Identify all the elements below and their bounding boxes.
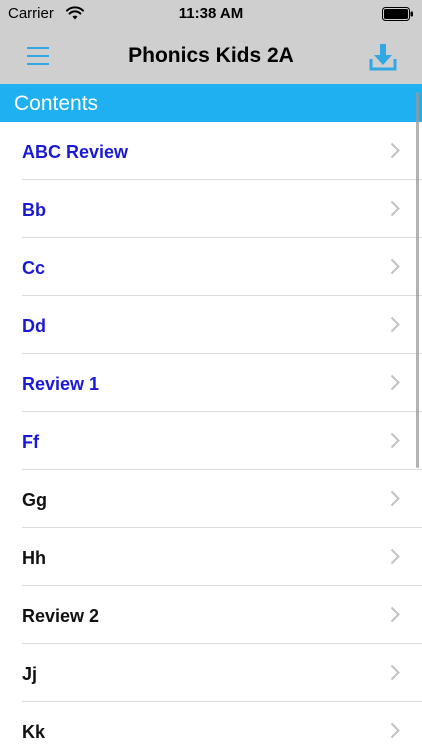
section-title: Contents <box>14 92 99 115</box>
chevron-right-icon <box>390 606 400 623</box>
list-item[interactable]: Kk <box>22 702 422 750</box>
chevron-right-icon <box>390 200 400 217</box>
scroll-indicator[interactable] <box>416 92 419 468</box>
status-bar: Carrier 11:38 AM <box>0 0 422 28</box>
chevron-right-icon <box>390 258 400 275</box>
list-item-label: Hh <box>22 548 46 568</box>
chevron-right-icon <box>390 316 400 333</box>
list-item[interactable]: Bb <box>22 180 422 238</box>
list-item[interactable]: Dd <box>22 296 422 354</box>
list-item[interactable]: ABC Review <box>22 122 422 180</box>
chevron-right-icon <box>390 664 400 681</box>
page-title: Phonics Kids 2A <box>128 44 294 67</box>
status-time: 11:38 AM <box>178 5 244 22</box>
battery-icon <box>382 7 413 21</box>
list-item[interactable]: Cc <box>22 238 422 296</box>
contents-list[interactable]: ABC Review Bb Cc Dd Review 1 Ff Gg Hh Review 2 Jj… <box>0 122 422 750</box>
list-item[interactable]: Review 1 <box>22 354 422 412</box>
list-item-label: Gg <box>22 490 47 510</box>
list-item-label: Cc <box>22 258 46 278</box>
list-item[interactable]: Hh <box>22 528 422 586</box>
list-item[interactable]: Ff <box>22 412 422 470</box>
chevron-right-icon <box>390 490 400 507</box>
chevron-right-icon <box>390 548 400 565</box>
chevron-right-icon <box>390 432 400 449</box>
list-item-label: Review 1 <box>22 374 100 394</box>
list-item-label: ABC Review <box>22 142 129 162</box>
list-item[interactable]: Review 2 <box>22 586 422 644</box>
section-header: Contents <box>0 84 422 122</box>
list-item[interactable]: Jj <box>22 644 422 702</box>
chevron-right-icon <box>390 374 400 391</box>
chevron-right-icon <box>390 722 400 739</box>
list-item-label: Jj <box>22 664 38 684</box>
chevron-right-icon <box>390 142 400 159</box>
list-item-label: Bb <box>22 200 46 220</box>
list-item[interactable]: Gg <box>22 470 422 528</box>
list-item-label: Dd <box>22 316 46 336</box>
download-button[interactable] <box>364 38 402 74</box>
list-item-label: Ff <box>22 432 39 452</box>
navigation-bar: Phonics Kids 2A <box>0 28 422 84</box>
list-item-label: Kk <box>22 722 46 742</box>
download-icon <box>369 44 397 71</box>
list-item-label: Review 2 <box>22 606 100 626</box>
